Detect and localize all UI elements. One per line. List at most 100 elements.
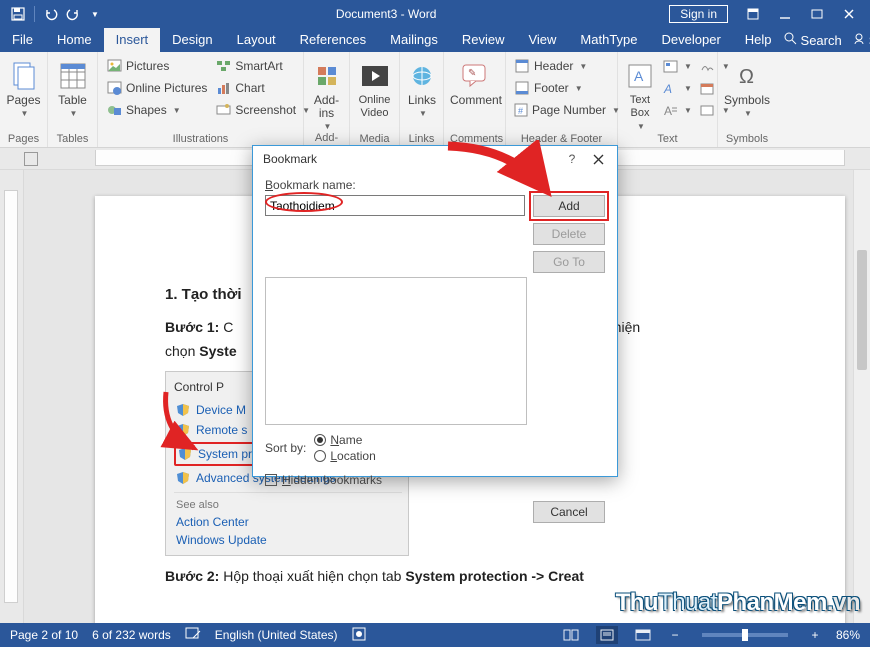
tab-developper[interactable]: Developer <box>650 28 733 52</box>
tab-view[interactable]: View <box>516 28 568 52</box>
dialog-help-icon[interactable]: ? <box>559 149 585 169</box>
tab-review[interactable]: Review <box>450 28 517 52</box>
hidden-bookmarks-label: Hidden bookmarks <box>282 473 382 487</box>
online-pictures-button[interactable]: Online Pictures <box>104 78 209 98</box>
tab-file[interactable]: File <box>0 28 45 52</box>
pictures-icon <box>106 58 122 74</box>
minimize-icon[interactable] <box>778 7 792 21</box>
tab-layout[interactable]: Layout <box>225 28 288 52</box>
drop-cap-button[interactable]: A▼ <box>660 100 694 120</box>
add-button[interactable]: Add <box>533 195 605 217</box>
comment-button[interactable]: ✎Comment <box>450 56 502 107</box>
group-tables-label: Tables <box>54 132 91 145</box>
share-button[interactable]: Share <box>852 32 870 48</box>
zoom-in-button[interactable]: + <box>808 628 822 642</box>
status-page[interactable]: Page 2 of 10 <box>10 628 78 642</box>
sortby-label: Sort by: <box>265 441 306 455</box>
footer-button[interactable]: Footer▼ <box>512 78 616 98</box>
group-headerfooter-label: Header & Footer <box>512 132 611 145</box>
link-icon <box>406 60 438 92</box>
tab-references[interactable]: References <box>288 28 378 52</box>
text-box-button[interactable]: AText Box▼ <box>624 56 656 131</box>
maximize-icon[interactable] <box>810 7 824 21</box>
pages-icon <box>8 60 40 92</box>
shapes-icon <box>106 102 122 118</box>
macro-record-icon[interactable] <box>352 627 366 644</box>
delete-button[interactable]: Delete <box>533 223 605 245</box>
symbols-button[interactable]: ΩSymbols▼ <box>724 56 770 118</box>
signature-icon <box>700 58 716 74</box>
svg-text:A: A <box>663 82 672 95</box>
svg-text:#: # <box>518 106 523 116</box>
hidden-bookmarks-checkbox[interactable] <box>265 474 277 486</box>
tab-insert[interactable]: Insert <box>104 28 161 52</box>
text-box-icon: A <box>624 60 656 92</box>
dialog-titlebar[interactable]: Bookmark ? <box>253 146 617 172</box>
zoom-slider[interactable] <box>702 633 788 637</box>
tell-me-search[interactable]: Search <box>784 32 842 48</box>
header-icon <box>514 58 530 74</box>
zoom-out-button[interactable]: − <box>668 628 682 642</box>
shapes-button[interactable]: Shapes▼ <box>104 100 209 120</box>
status-language[interactable]: English (United States) <box>215 628 338 642</box>
status-bar: Page 2 of 10 6 of 232 words English (Uni… <box>0 623 870 647</box>
save-icon[interactable] <box>10 6 26 22</box>
ribbon-display-icon[interactable] <box>746 7 760 21</box>
sort-location-radio[interactable]: Location <box>314 449 375 463</box>
addins-button[interactable]: Add-ins▼ <box>310 56 343 131</box>
web-layout-icon[interactable] <box>632 626 654 644</box>
search-label: Search <box>801 33 842 48</box>
qat-customize-icon[interactable]: ▼ <box>87 6 103 22</box>
wordart-button[interactable]: A▼ <box>660 78 694 98</box>
tab-help[interactable]: Help <box>733 28 784 52</box>
tab-mathtype[interactable]: MathType <box>568 28 649 52</box>
chart-icon <box>215 80 231 96</box>
dialog-close-icon[interactable] <box>585 149 611 169</box>
ribbon-tabs: File Home Insert Design Layout Reference… <box>0 28 870 52</box>
print-layout-icon[interactable] <box>596 626 618 644</box>
read-mode-icon[interactable] <box>560 626 582 644</box>
spellcheck-icon[interactable] <box>185 627 201 644</box>
pages-button[interactable]: Pages▼ <box>6 56 41 118</box>
pictures-button[interactable]: Pictures <box>104 56 209 76</box>
bookmark-name-input[interactable] <box>265 195 525 216</box>
doc-line3: Bước 2: Hộp thoại xuất hiện chọn tab Sys… <box>165 566 775 586</box>
screenshot-button[interactable]: Screenshot▼ <box>213 100 312 120</box>
zoom-level[interactable]: 86% <box>836 628 860 642</box>
quick-parts-icon <box>662 58 678 74</box>
undo-icon[interactable] <box>43 6 59 22</box>
tab-home[interactable]: Home <box>45 28 104 52</box>
object-icon <box>700 102 716 118</box>
online-video-button[interactable]: Online Video <box>356 56 393 120</box>
close-icon[interactable] <box>842 7 856 21</box>
online-pictures-icon <box>106 80 122 96</box>
bookmark-list[interactable] <box>265 277 527 425</box>
signin-button[interactable]: Sign in <box>669 5 728 23</box>
chart-button[interactable]: Chart <box>213 78 312 98</box>
tab-mailings[interactable]: Mailings <box>378 28 450 52</box>
date-time-icon <box>700 80 716 96</box>
redo-icon[interactable] <box>65 6 81 22</box>
tab-design[interactable]: Design <box>160 28 224 52</box>
goto-button[interactable]: Go To <box>533 251 605 273</box>
table-icon <box>57 60 89 92</box>
vertical-scrollbar[interactable] <box>853 170 870 623</box>
watermark: ThuThuatPhanMem.vn <box>616 589 860 617</box>
group-media-label: Media <box>356 132 393 145</box>
sort-name-radio[interactable]: Name <box>314 433 375 447</box>
quick-parts-button[interactable]: ▼ <box>660 56 694 76</box>
header-button[interactable]: Header▼ <box>512 56 616 76</box>
smartart-button[interactable]: SmartArt <box>213 56 312 76</box>
cancel-button[interactable]: Cancel <box>533 501 605 523</box>
links-button[interactable]: Links▼ <box>406 56 438 118</box>
group-text-label: Text <box>624 132 711 145</box>
title-bar: ▼ Document3 - Word Sign in <box>0 0 870 28</box>
bookmark-name-label: Bookmark name: <box>265 178 605 192</box>
window-title: Document3 - Word <box>103 7 669 21</box>
bookmark-dialog: Bookmark ? Bookmark name: Add Delete Go … <box>252 145 618 477</box>
table-button[interactable]: Table▼ <box>54 56 91 118</box>
svg-text:A: A <box>634 68 644 84</box>
vertical-ruler[interactable] <box>0 170 24 623</box>
status-words[interactable]: 6 of 232 words <box>92 628 171 642</box>
page-number-button[interactable]: #Page Number▼ <box>512 100 616 120</box>
